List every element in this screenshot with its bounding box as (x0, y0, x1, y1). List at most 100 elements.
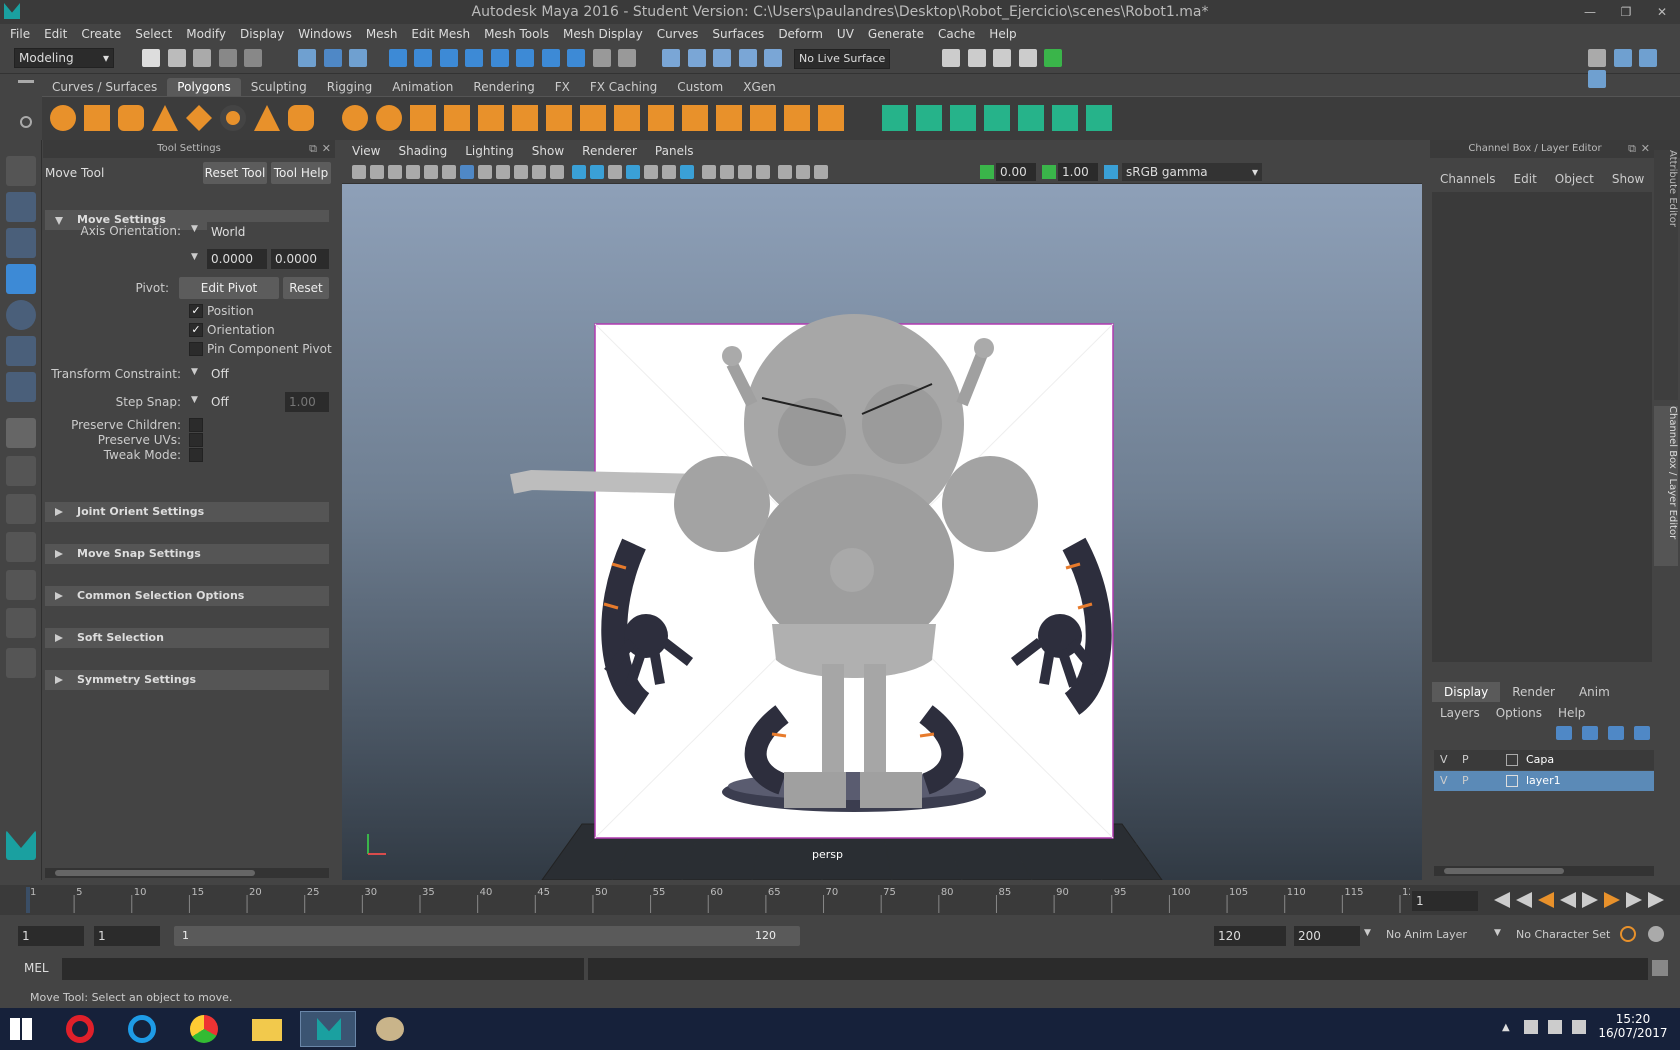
extrude-icon[interactable] (512, 105, 538, 131)
persp-graph-layout-icon[interactable] (6, 570, 36, 600)
anti-alias-icon[interactable] (720, 165, 734, 179)
resolution-gate-icon[interactable] (496, 165, 510, 179)
paint-icon[interactable] (362, 1011, 418, 1047)
menu-windows[interactable]: Windows (298, 27, 352, 41)
mask-surface-icon[interactable] (516, 49, 534, 67)
anim-layer-dropdown-icon[interactable]: ▼ (1364, 928, 1371, 938)
menu-modify[interactable]: Modify (186, 27, 226, 41)
move-layer-down-icon[interactable] (1582, 726, 1598, 740)
select-object-icon[interactable] (323, 49, 342, 67)
mask-edge-icon[interactable] (414, 49, 432, 67)
mask-face-icon[interactable] (439, 49, 458, 67)
grease-pencil-icon[interactable] (442, 165, 456, 179)
textured-icon[interactable] (626, 165, 640, 179)
render-current-icon[interactable] (942, 49, 960, 67)
float-panel-icon[interactable]: ⧉ (1628, 142, 1636, 156)
menu-cache[interactable]: Cache (938, 27, 975, 41)
auto-key-icon[interactable] (1620, 926, 1636, 942)
tool-settings-hscrollbar[interactable] (45, 868, 329, 878)
separate-icon[interactable] (376, 105, 402, 131)
play-forwards-icon[interactable] (1582, 892, 1598, 908)
smooth-shade-icon[interactable] (590, 165, 604, 179)
uv-layout-icon[interactable] (1086, 105, 1112, 131)
axis-value-2-input[interactable]: 0.0000 (271, 249, 329, 269)
planar-uv-icon[interactable] (882, 105, 908, 131)
reset-tool-button[interactable]: Reset Tool (203, 162, 267, 184)
safe-action-icon[interactable] (550, 165, 564, 179)
mel-input[interactable] (62, 958, 584, 980)
isolate-select-icon[interactable] (756, 165, 770, 179)
layer-visibility[interactable]: V (1440, 774, 1448, 787)
select-hierarchy-icon[interactable] (298, 49, 316, 67)
snap-grid-icon[interactable] (662, 49, 680, 67)
layer-row[interactable]: V P Capa (1434, 750, 1654, 770)
workspace-icon[interactable] (1588, 49, 1606, 67)
menu-channels[interactable]: Channels (1440, 172, 1496, 186)
single-view-layout-icon[interactable] (6, 418, 36, 448)
step-snap-dropdown-icon[interactable]: ▼ (191, 395, 198, 405)
axis-values-dropdown-icon[interactable]: ▼ (191, 252, 198, 262)
viewport-menu-lighting[interactable]: Lighting (465, 144, 514, 158)
quad-draw-icon[interactable] (818, 105, 844, 131)
shelf-tab-sculpting[interactable]: Sculpting (241, 78, 317, 96)
menu-mesh[interactable]: Mesh (366, 27, 398, 41)
xray-icon[interactable] (778, 165, 792, 179)
mask-vertex-icon[interactable] (388, 49, 407, 67)
poly-pipe-icon[interactable] (288, 105, 314, 131)
scale-tool-icon[interactable] (6, 336, 36, 366)
scrollbar-thumb[interactable] (1444, 868, 1564, 874)
poly-cylinder-icon[interactable] (118, 105, 144, 131)
undo-icon[interactable] (218, 49, 237, 67)
shelf-menu-icon[interactable] (18, 80, 34, 83)
edit-pivot-button[interactable]: Edit Pivot (179, 277, 279, 299)
smooth-icon[interactable] (444, 105, 470, 131)
step-back-icon[interactable] (1516, 892, 1532, 908)
playback-end-input[interactable]: 120 (1214, 926, 1286, 946)
hypershade-icon[interactable] (1018, 49, 1037, 67)
snap-surface-icon[interactable] (764, 49, 782, 67)
mirror-icon[interactable] (410, 105, 436, 131)
common-selection-options-section[interactable]: Common Selection Options (45, 586, 329, 606)
clock[interactable]: 15:20 16/07/2017 (1598, 1012, 1668, 1040)
paint-select-tool-icon[interactable] (6, 228, 36, 258)
transform-constraint-value[interactable]: Off (207, 364, 329, 384)
depth-of-field-icon[interactable] (738, 165, 752, 179)
tool-help-button[interactable]: Tool Help (271, 162, 331, 184)
gate-mask-icon[interactable] (514, 165, 528, 179)
gamma-input[interactable]: 1.00 (1058, 163, 1098, 181)
bevel-icon[interactable] (580, 105, 606, 131)
reduce-icon[interactable] (478, 105, 504, 131)
new-scene-icon[interactable] (142, 49, 160, 67)
internet-explorer-icon[interactable] (114, 1011, 170, 1047)
ambient-occlusion-icon[interactable] (680, 165, 694, 179)
poly-pyramid-icon[interactable] (254, 105, 280, 131)
film-gate-icon[interactable] (478, 165, 492, 179)
wireframe-on-shaded-icon[interactable] (608, 165, 622, 179)
poly-cube-icon[interactable] (84, 105, 110, 131)
connect-icon[interactable] (784, 105, 810, 131)
exposure-icon[interactable] (980, 165, 994, 179)
soft-selection-section[interactable]: Soft Selection (45, 628, 329, 648)
auto-uv-icon[interactable] (984, 105, 1010, 131)
menu-surfaces[interactable]: Surfaces (712, 27, 764, 41)
close-panel-icon[interactable]: ✕ (322, 142, 331, 155)
network-icon[interactable] (1548, 1020, 1562, 1034)
new-layer-icon[interactable] (1608, 726, 1624, 740)
cylindrical-uv-icon[interactable] (916, 105, 942, 131)
opera-icon[interactable] (52, 1011, 108, 1047)
scrollbar-thumb[interactable] (55, 870, 255, 876)
orientation-checkbox[interactable]: ✓ (189, 323, 203, 337)
shelf-tab-fx-caching[interactable]: FX Caching (580, 78, 667, 96)
render-view-icon[interactable] (1044, 49, 1062, 67)
transform-constraint-dropdown-icon[interactable]: ▼ (191, 367, 198, 377)
uv-editor-icon[interactable] (1052, 105, 1078, 131)
pin-component-pivot-checkbox[interactable] (189, 342, 203, 356)
layer-color-swatch[interactable] (1506, 754, 1518, 766)
menu-deform[interactable]: Deform (778, 27, 823, 41)
step-forward-key-icon[interactable] (1604, 892, 1620, 908)
menu-generate[interactable]: Generate (868, 27, 924, 41)
axis-orientation-dropdown-icon[interactable]: ▼ (191, 224, 198, 234)
layer-playback[interactable]: P (1462, 753, 1469, 766)
lock-icon[interactable] (592, 49, 611, 67)
char-set-dropdown-icon[interactable]: ▼ (1494, 928, 1501, 938)
